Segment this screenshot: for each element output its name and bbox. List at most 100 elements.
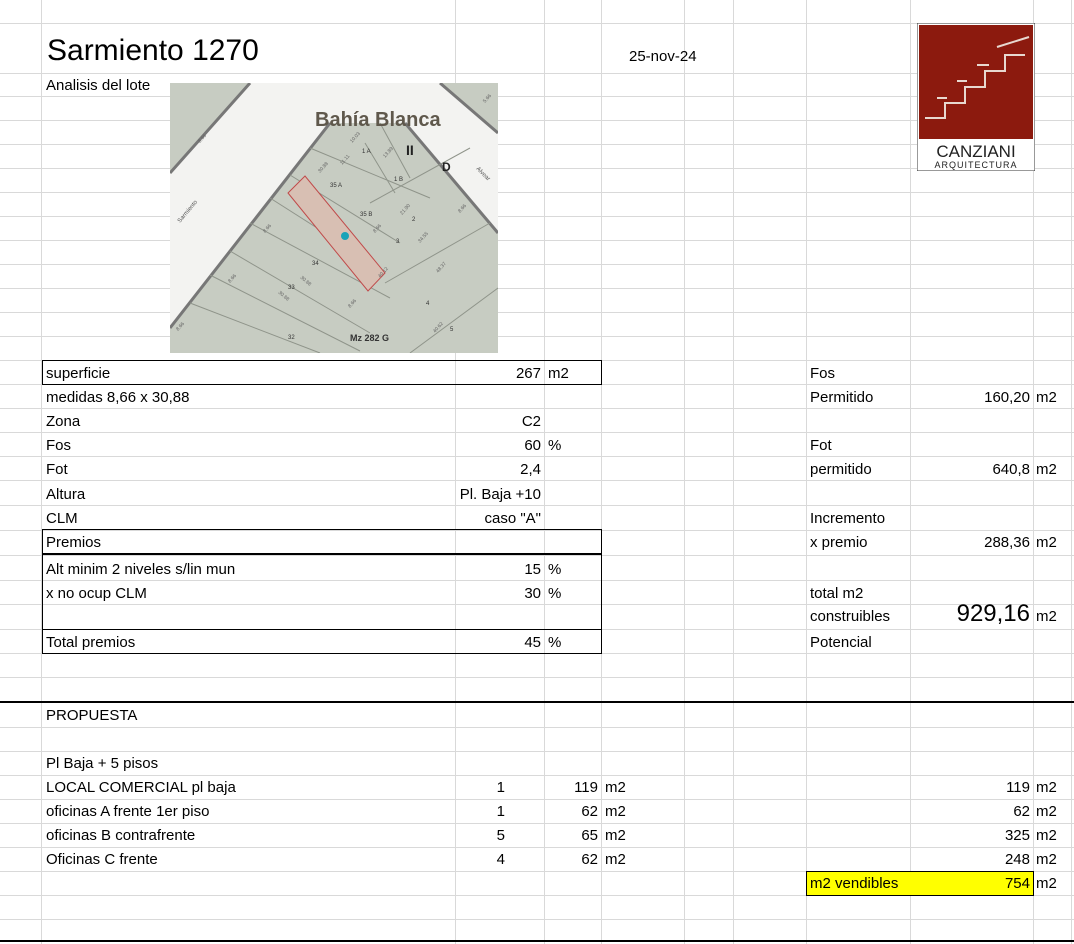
calc-fot-permitido-value[interactable]: 640,8	[910, 461, 1030, 479]
propuesta-row-qty[interactable]: 1	[455, 803, 505, 821]
grid-row	[0, 751, 1074, 752]
grid-row	[0, 96, 1074, 97]
fos-value[interactable]: 60	[455, 437, 541, 455]
zona-value[interactable]: C2	[455, 413, 541, 431]
premio-clm-label[interactable]: x no ocup CLM	[46, 585, 147, 603]
calc-construibles-label[interactable]: construibles	[810, 608, 890, 626]
premio-altura-value[interactable]: 15	[455, 561, 541, 579]
date-cell[interactable]: 25-nov-24	[629, 48, 697, 66]
grid-row	[0, 919, 1074, 920]
calc-permitido-label[interactable]: Permitido	[810, 389, 873, 407]
calc-construibles-unit[interactable]: m2	[1036, 608, 1057, 626]
grid-row	[0, 432, 1074, 433]
propuesta-row-total-unit[interactable]: m2	[1036, 851, 1057, 869]
grid-col	[1071, 0, 1072, 944]
propuesta-row-label[interactable]: LOCAL COMERCIAL pl baja	[46, 779, 236, 797]
calc-xpremio-label[interactable]: x premio	[810, 534, 868, 552]
propuesta-row-total[interactable]: 62	[910, 803, 1030, 821]
clm-label[interactable]: CLM	[46, 510, 78, 528]
vendibles-value[interactable]: 754	[910, 875, 1030, 893]
grid-row	[0, 120, 1074, 121]
premio-clm-unit[interactable]: %	[548, 585, 561, 603]
altura-value[interactable]: Pl. Baja +10	[420, 486, 541, 504]
calc-fot-permitido-unit[interactable]: m2	[1036, 461, 1057, 479]
propuesta-row-label[interactable]: oficinas B contrafrente	[46, 827, 195, 845]
calc-fos-label[interactable]: Fos	[810, 365, 835, 383]
map-lot-label: 1 B	[394, 177, 403, 183]
propuesta-row-unit[interactable]: m2	[605, 851, 626, 869]
calc-fot-permitido-label[interactable]: permitido	[810, 461, 872, 479]
superficie-label[interactable]: superficie	[46, 365, 110, 383]
premios-label[interactable]: Premios	[46, 534, 101, 552]
grid-row	[0, 505, 1074, 506]
propuesta-row-total-unit[interactable]: m2	[1036, 827, 1057, 845]
grid-col	[41, 0, 42, 944]
propuesta-row-total-unit[interactable]: m2	[1036, 779, 1057, 797]
zona-label[interactable]: Zona	[46, 413, 80, 431]
propuesta-row-total[interactable]: 248	[910, 851, 1030, 869]
propuesta-row-label[interactable]: oficinas A frente 1er piso	[46, 803, 209, 821]
calc-incremento-label[interactable]: Incremento	[810, 510, 885, 528]
grid-row	[0, 823, 1074, 824]
propuesta-subtitle[interactable]: Pl Baja + 5 pisos	[46, 755, 158, 773]
medidas-cell[interactable]: medidas 8,66 x 30,88	[46, 389, 189, 407]
propuesta-row-qty[interactable]: 4	[455, 851, 505, 869]
fos-label[interactable]: Fos	[46, 437, 71, 455]
altura-label[interactable]: Altura	[46, 486, 85, 504]
propuesta-row-area[interactable]: 62	[544, 851, 598, 869]
map-lot-label: 1 A	[362, 149, 371, 155]
total-premios-unit[interactable]: %	[548, 634, 561, 652]
calc-total-label[interactable]: total m2	[810, 585, 863, 603]
propuesta-row-unit[interactable]: m2	[605, 827, 626, 845]
calc-construibles-value[interactable]: 929,16	[880, 601, 1030, 627]
propuesta-row-total[interactable]: 325	[910, 827, 1030, 845]
superficie-value[interactable]: 267	[455, 365, 541, 383]
propuesta-title[interactable]: PROPUESTA	[46, 707, 137, 725]
page-title[interactable]: Sarmiento 1270	[47, 34, 259, 68]
propuesta-row-total-unit[interactable]: m2	[1036, 803, 1057, 821]
grid-col	[684, 0, 685, 944]
premio-clm-value[interactable]: 30	[455, 585, 541, 603]
grid-row	[0, 288, 1074, 289]
calc-permitido-value[interactable]: 160,20	[910, 389, 1030, 407]
calc-permitido-unit[interactable]: m2	[1036, 389, 1057, 407]
grid-row	[0, 336, 1074, 337]
fot-value[interactable]: 2,4	[455, 461, 541, 479]
calc-fot-label[interactable]: Fot	[810, 437, 832, 455]
total-premios-label[interactable]: Total premios	[46, 634, 135, 652]
grid-row	[0, 677, 1074, 678]
section-divider	[0, 701, 1074, 703]
fos-unit[interactable]: %	[548, 437, 561, 455]
premio-altura-label[interactable]: Alt minim 2 niveles s/lin mun	[46, 561, 235, 579]
grid-col	[733, 0, 734, 944]
premios-header-box	[42, 529, 602, 554]
propuesta-row-area[interactable]: 65	[544, 827, 598, 845]
grid-row	[0, 192, 1074, 193]
propuesta-row-label[interactable]: Oficinas C frente	[46, 851, 158, 869]
propuesta-row-area[interactable]: 119	[544, 779, 598, 797]
propuesta-row-area[interactable]: 62	[544, 803, 598, 821]
calc-xpremio-unit[interactable]: m2	[1036, 534, 1057, 552]
calc-xpremio-value[interactable]: 288,36	[910, 534, 1030, 552]
propuesta-row-total[interactable]: 119	[910, 779, 1030, 797]
spreadsheet: Sarmiento 1270 25-nov-24 Analisis del lo…	[0, 0, 1074, 944]
subtitle-cell[interactable]: Analisis del lote	[46, 77, 150, 95]
premio-altura-unit[interactable]: %	[548, 561, 561, 579]
grid-row	[0, 23, 1074, 24]
clm-value[interactable]: caso "A"	[420, 510, 541, 528]
vendibles-label[interactable]: m2 vendibles	[810, 875, 898, 893]
grid-row	[0, 168, 1074, 169]
total-premios-value[interactable]: 45	[455, 634, 541, 652]
grid-row	[0, 264, 1074, 265]
grid-row	[0, 216, 1074, 217]
propuesta-row-qty[interactable]: 1	[455, 779, 505, 797]
grid-row	[0, 480, 1074, 481]
calc-potencial-label[interactable]: Potencial	[810, 634, 872, 652]
propuesta-row-unit[interactable]: m2	[605, 779, 626, 797]
vendibles-unit[interactable]: m2	[1036, 875, 1057, 893]
propuesta-row-unit[interactable]: m2	[605, 803, 626, 821]
superficie-unit[interactable]: m2	[548, 365, 569, 383]
fot-label[interactable]: Fot	[46, 461, 68, 479]
map-lot-label: 35 B	[360, 212, 372, 218]
propuesta-row-qty[interactable]: 5	[455, 827, 505, 845]
